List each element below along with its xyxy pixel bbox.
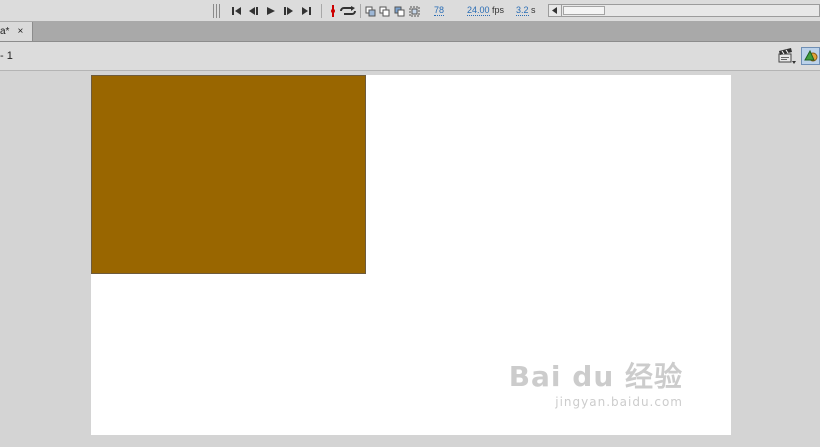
current-frame-value[interactable]: 78 bbox=[434, 5, 445, 16]
onion-skin-icon[interactable] bbox=[378, 5, 391, 17]
watermark-logo: Bai du 经验 jingyan.baidu.com bbox=[509, 355, 683, 409]
go-to-last-frame-icon[interactable] bbox=[300, 5, 313, 17]
timeline-controls-bar: 78 24.00 fps 3.2 s bbox=[0, 0, 820, 22]
frame-rate-value[interactable]: 24.00 bbox=[467, 5, 490, 16]
play-icon[interactable] bbox=[264, 5, 277, 17]
go-to-first-frame-icon[interactable] bbox=[230, 5, 243, 17]
document-tab-name: a* bbox=[0, 26, 10, 37]
scroll-left-icon[interactable] bbox=[549, 5, 562, 16]
frame-rate-unit: fps bbox=[492, 5, 505, 15]
edit-symbols-icon[interactable] bbox=[801, 47, 820, 65]
step-back-icon[interactable] bbox=[247, 5, 260, 17]
edit-multiple-frames-icon[interactable] bbox=[408, 5, 421, 17]
scene-breadcrumb[interactable]: - 1 bbox=[0, 50, 13, 62]
separator bbox=[360, 4, 361, 18]
step-forward-icon[interactable] bbox=[282, 5, 295, 17]
loop-icon[interactable] bbox=[339, 5, 357, 17]
separator bbox=[321, 4, 322, 18]
elapsed-time-unit: s bbox=[531, 5, 536, 15]
scrollbar-thumb[interactable] bbox=[563, 6, 605, 15]
watermark-url-text: jingyan.baidu.com bbox=[555, 395, 683, 409]
brown-rectangle-shape[interactable] bbox=[91, 75, 366, 274]
elapsed-time-value[interactable]: 3.2 bbox=[516, 5, 529, 16]
watermark-main-text: Bai du 经验 bbox=[508, 360, 683, 393]
pasteboard: Bai du 经验 jingyan.baidu.com bbox=[0, 71, 820, 447]
edit-scene-icon[interactable] bbox=[777, 47, 796, 65]
toolbar-grip[interactable] bbox=[213, 4, 220, 18]
center-frame-icon[interactable] bbox=[364, 5, 377, 17]
onion-skin-outlines-icon[interactable] bbox=[393, 5, 406, 17]
playhead-marker-icon[interactable] bbox=[326, 5, 339, 17]
close-icon[interactable]: × bbox=[17, 26, 23, 37]
stage-canvas[interactable]: Bai du 经验 jingyan.baidu.com bbox=[91, 75, 731, 435]
edit-bar: - 1 bbox=[0, 42, 820, 71]
document-tab-bar: a* × bbox=[0, 21, 820, 42]
timeline-horizontal-scrollbar[interactable] bbox=[548, 4, 820, 17]
document-tab[interactable]: a* × bbox=[0, 22, 33, 41]
